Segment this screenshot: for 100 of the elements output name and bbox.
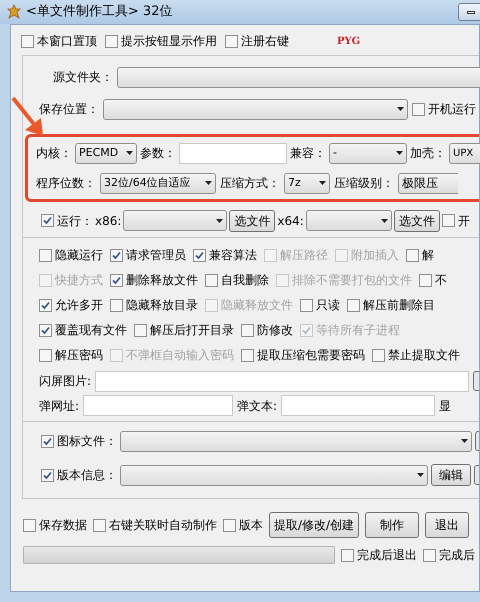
checkbox[interactable] [110, 274, 123, 286]
checkbox[interactable] [372, 348, 385, 362]
checkbox-label: 完成后 [439, 547, 475, 564]
source-folder-dropdown[interactable] [117, 66, 480, 88]
field-label: 闪屏图片: [39, 373, 92, 390]
checkbox-label: 快捷方式 [55, 272, 103, 289]
checkbox[interactable] [406, 248, 419, 262]
checkbox[interactable] [23, 518, 36, 532]
checkbox[interactable] [225, 34, 238, 48]
make-button[interactable]: 制作 [365, 512, 420, 538]
field-label: x86: [95, 212, 122, 230]
edge-button[interactable] [475, 431, 479, 451]
checkbox-label: 解压后打开目录 [150, 322, 234, 339]
badge-text: PYG [337, 34, 360, 48]
checkbox-label: 排除不需要打包的文件 [292, 272, 412, 289]
checkbox[interactable] [193, 248, 206, 262]
checkbox[interactable] [105, 34, 118, 48]
checkbox-label: 隐藏释放文件 [221, 297, 293, 314]
checkbox[interactable] [134, 324, 147, 336]
checkbox-label: 允许多开 [55, 297, 103, 314]
level-dropdown[interactable]: 极限压 [398, 172, 458, 194]
checkbox[interactable] [241, 324, 254, 336]
caret-icon [397, 107, 404, 111]
checkbox-label: 解压密码 [55, 347, 103, 364]
checkbox[interactable] [300, 298, 313, 312]
checkbox[interactable] [41, 468, 54, 482]
checkbox-label: 防修改 [257, 322, 293, 339]
checkbox[interactable] [412, 102, 425, 116]
checkbox-label: 提示按钮显示作用 [121, 33, 217, 50]
field-label: 显 [439, 398, 452, 414]
method-dropdown[interactable]: 7z [284, 172, 330, 194]
checkbox[interactable] [41, 434, 54, 448]
checkbox[interactable] [21, 34, 34, 48]
icon-file-dropdown[interactable] [120, 430, 472, 452]
field-label: 保存位置： [39, 101, 99, 118]
edge-button[interactable] [474, 465, 479, 485]
checkbox-label: 开 [458, 212, 470, 230]
caret-icon [380, 218, 388, 222]
checkbox-label: 解压前删除目 [363, 297, 435, 314]
compat-dropdown[interactable]: - [329, 142, 407, 164]
popup-text-field[interactable] [281, 395, 436, 416]
checkbox-label: 提取压缩包需要密码 [257, 347, 365, 364]
x64-dropdown[interactable] [306, 210, 392, 231]
caret-icon [216, 218, 224, 222]
edit-button[interactable]: 编辑 [431, 464, 471, 486]
checkbox[interactable] [110, 248, 123, 262]
checkbox[interactable] [39, 348, 52, 362]
checkbox[interactable] [39, 248, 52, 262]
checkbox[interactable] [39, 324, 52, 336]
checkbox-label: 请求管理员 [126, 247, 186, 264]
checkbox-label: 图标文件： [57, 433, 117, 450]
browse-button[interactable]: 选文件 [394, 210, 440, 232]
checkbox-label: 兼容算法 [209, 247, 257, 264]
field-label: x64: [277, 212, 304, 230]
version-info-dropdown[interactable] [120, 464, 428, 486]
app-icon [6, 4, 22, 20]
field-label: 加壳： [410, 145, 446, 162]
exit-button[interactable]: 退出 [425, 512, 470, 538]
checkbox[interactable] [423, 548, 436, 562]
checkbox[interactable] [41, 214, 54, 227]
params-field[interactable] [179, 142, 287, 164]
kernel-dropdown[interactable]: PECMD [75, 142, 137, 164]
bits-dropdown[interactable]: 32位/64位自适应 [100, 172, 216, 194]
caret-icon [126, 151, 133, 155]
checkbox[interactable] [419, 274, 432, 286]
checkbox-label: 本窗口置顶 [37, 33, 97, 50]
edge-button[interactable] [473, 371, 479, 391]
checkbox[interactable] [223, 518, 236, 532]
field-label: 参数： [140, 145, 176, 162]
packer-dropdown[interactable]: UPX [449, 142, 480, 164]
checkbox[interactable] [205, 274, 218, 286]
caret-icon [396, 151, 403, 155]
checkbox[interactable] [39, 298, 52, 312]
popup-url-field[interactable] [83, 395, 234, 416]
x86-dropdown[interactable] [123, 210, 228, 231]
checkbox-label: 不弹框自动输入密码 [126, 347, 234, 364]
minimize-button[interactable] [458, 3, 480, 21]
extract-button[interactable]: 提取/修改/创建 [269, 512, 360, 538]
save-location-dropdown[interactable] [103, 98, 408, 120]
checkbox[interactable] [110, 298, 123, 312]
browse-button[interactable]: 选文件 [229, 210, 276, 232]
field-label: 程序位数： [36, 175, 96, 192]
checkbox[interactable] [442, 214, 455, 227]
checkbox-label: 附加插入 [351, 247, 399, 264]
checkbox[interactable] [241, 348, 254, 362]
checkbox[interactable] [341, 548, 354, 562]
checkbox-label: 运行： [57, 212, 93, 230]
caret-icon [417, 473, 424, 477]
field-label: 弹文本: [237, 398, 278, 414]
checkbox[interactable] [93, 518, 106, 532]
field-label: 压缩级别： [334, 175, 394, 192]
splash-image-field[interactable] [95, 370, 470, 392]
field-label: 内核： [36, 145, 72, 162]
checkbox-label: 解 [422, 247, 434, 264]
field-label: 兼容： [290, 145, 326, 162]
field-label: 弹网址: [39, 398, 80, 414]
checkbox[interactable] [347, 298, 360, 312]
caret-icon [319, 181, 326, 185]
checkbox-label: 禁止提取文件 [388, 347, 460, 364]
field-label: 压缩方式： [220, 175, 280, 192]
